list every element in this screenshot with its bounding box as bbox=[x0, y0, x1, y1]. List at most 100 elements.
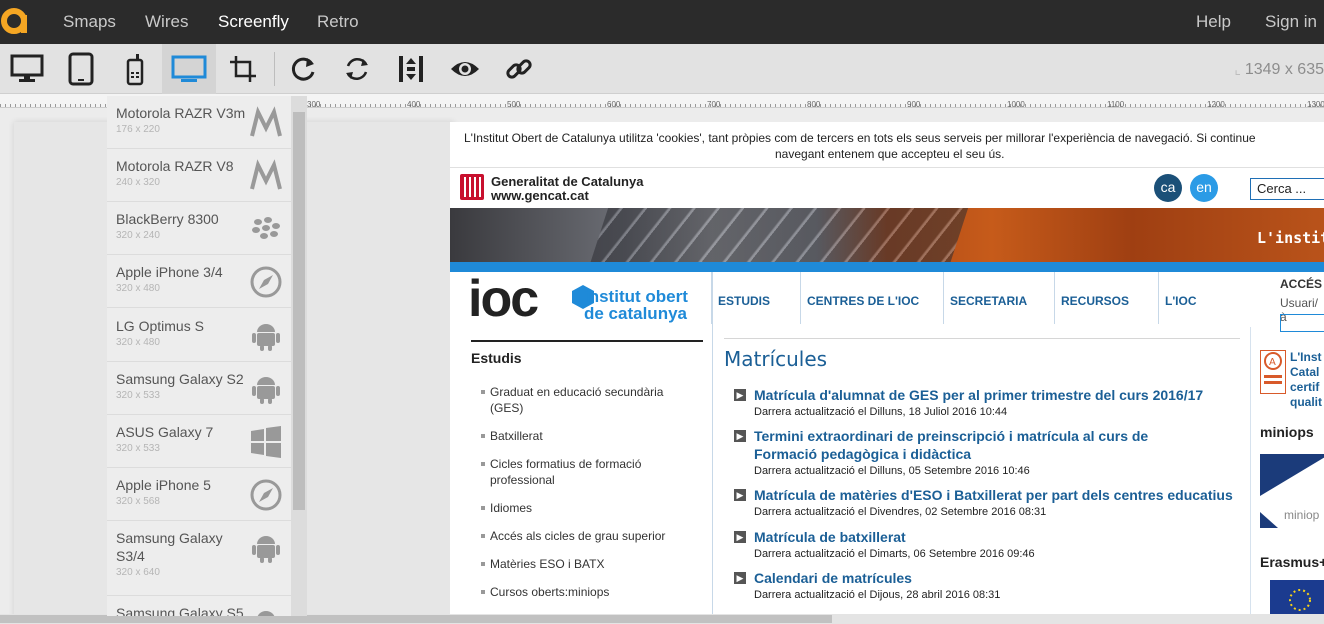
nav-centres[interactable]: CENTRES DE L'IOC bbox=[800, 272, 943, 324]
device-item[interactable]: BlackBerry 8300 320 x 240 bbox=[107, 202, 291, 255]
nav-link-smaps[interactable]: Smaps bbox=[63, 12, 116, 32]
studies-item-idiomes[interactable]: Idiomes bbox=[490, 500, 700, 516]
site-search-input[interactable]: Cerca ... bbox=[1250, 178, 1324, 200]
device-item[interactable]: Motorola RAZR V3m 176 x 220 bbox=[107, 96, 291, 149]
ruler-tick bbox=[705, 104, 706, 107]
ruler-tick bbox=[355, 104, 356, 107]
studies-item-cursos[interactable]: Cursos oberts:miniops bbox=[490, 584, 700, 600]
nav-link-wires[interactable]: Wires bbox=[145, 12, 188, 32]
username-input[interactable] bbox=[1280, 314, 1324, 332]
sign-in-link[interactable]: Sign in bbox=[1265, 12, 1317, 32]
miniops-logo[interactable]: miniop bbox=[1260, 446, 1324, 538]
quality-certificate-badge-icon[interactable]: A bbox=[1260, 350, 1286, 394]
help-link[interactable]: Help bbox=[1196, 12, 1231, 32]
ruler-tick bbox=[1000, 104, 1001, 107]
ruler-tick bbox=[1050, 104, 1051, 107]
ruler-tick bbox=[880, 104, 881, 107]
news-title[interactable]: Termini extraordinari de preinscripció i… bbox=[754, 427, 1214, 463]
device-size: 320 x 533 bbox=[116, 390, 160, 401]
device-item[interactable]: Apple iPhone 5 320 x 568 bbox=[107, 468, 291, 521]
preview-button[interactable] bbox=[438, 44, 492, 94]
device-list-scrollbar-thumb[interactable] bbox=[293, 112, 305, 510]
quality-text-line[interactable]: L'Inst bbox=[1290, 350, 1322, 365]
ruler-tick bbox=[760, 104, 761, 107]
lang-ca-button[interactable]: ca bbox=[1154, 174, 1182, 202]
ruler-tick bbox=[1125, 104, 1126, 107]
television-button[interactable] bbox=[162, 44, 216, 94]
ruler-tick bbox=[340, 104, 341, 107]
gencat-header: Generalitat de Catalunya www.gencat.cat … bbox=[450, 168, 1324, 208]
ruler-tick bbox=[1255, 104, 1256, 107]
gencat-emblem-icon[interactable] bbox=[460, 174, 484, 200]
news-title[interactable]: Matrícula d'alumnat de GES per al primer… bbox=[754, 386, 1240, 404]
device-item[interactable]: Samsung Galaxy S2 320 x 533 bbox=[107, 362, 291, 415]
sync-scroll-button[interactable] bbox=[330, 44, 384, 94]
ruler-tick bbox=[95, 104, 96, 107]
gencat-url[interactable]: www.gencat.cat bbox=[491, 188, 589, 203]
desktop-icon bbox=[10, 54, 44, 82]
device-size: 240 x 320 bbox=[116, 177, 160, 188]
lang-en-button[interactable]: en bbox=[1190, 174, 1218, 202]
nav-lioc[interactable]: L'IOC bbox=[1158, 272, 1248, 324]
device-item[interactable]: Motorola RAZR V8 240 x 320 bbox=[107, 149, 291, 202]
device-item[interactable]: ASUS Galaxy 7 320 x 533 bbox=[107, 415, 291, 468]
quality-text-line[interactable]: qualit bbox=[1290, 395, 1322, 410]
ruler-tick bbox=[75, 104, 76, 107]
desktop-button[interactable] bbox=[0, 44, 54, 94]
nav-link-screenfly[interactable]: Screenfly bbox=[218, 12, 289, 32]
ruler-tick bbox=[1100, 104, 1101, 107]
tablet-button[interactable] bbox=[54, 44, 108, 94]
ruler-tick bbox=[1030, 104, 1031, 107]
nav-secretaria[interactable]: SECRETARIA bbox=[943, 272, 1054, 324]
ruler-tick bbox=[975, 104, 976, 107]
device-item[interactable]: Apple iPhone 3/4 320 x 480 bbox=[107, 255, 291, 308]
ruler-tick bbox=[1260, 104, 1261, 107]
motorola-icon bbox=[249, 106, 283, 140]
custom-size-button[interactable] bbox=[216, 44, 270, 94]
ruler-tick bbox=[595, 104, 596, 107]
news-title[interactable]: Matrícula de batxillerat bbox=[754, 528, 1240, 546]
device-item[interactable]: Samsung Galaxy S3/4 320 x 640 bbox=[107, 521, 291, 596]
ruler-tick bbox=[950, 104, 951, 107]
news-title[interactable]: Calendari de matrícules bbox=[754, 569, 1240, 587]
android-icon bbox=[249, 606, 283, 616]
device-item[interactable]: Samsung Galaxy S5 bbox=[107, 596, 291, 616]
ioc-logo[interactable]: ioc institut obert de catalunya bbox=[468, 270, 718, 328]
news-date: Darrera actualització el Divendres, 02 S… bbox=[754, 506, 1047, 518]
list-bullet bbox=[481, 434, 485, 438]
device-item[interactable]: LG Optimus S 320 x 480 bbox=[107, 309, 291, 362]
share-link-button[interactable] bbox=[492, 44, 546, 94]
quality-text-line[interactable]: certif bbox=[1290, 380, 1319, 395]
quality-text-line[interactable]: Catal bbox=[1290, 365, 1319, 380]
studies-item-materies[interactable]: Matèries ESO i BATX bbox=[490, 556, 700, 572]
nav-link-retro[interactable]: Retro bbox=[317, 12, 359, 32]
ruler-tick bbox=[455, 104, 456, 107]
horizontal-scrollbar-thumb[interactable] bbox=[0, 615, 832, 623]
ruler-tick bbox=[1175, 104, 1176, 107]
ruler-tick bbox=[1025, 104, 1026, 107]
nav-recursos[interactable]: RECURSOS bbox=[1054, 272, 1158, 324]
news-title[interactable]: Matrícula de matèries d'ESO i Batxillera… bbox=[754, 486, 1240, 504]
device-name: BlackBerry 8300 bbox=[116, 211, 219, 227]
ruler-tick bbox=[1065, 104, 1066, 107]
mobile-button[interactable] bbox=[108, 44, 162, 94]
nav-estudis[interactable]: ESTUDIS bbox=[711, 272, 800, 324]
ruler-tick bbox=[400, 104, 401, 107]
quirktools-logo-icon[interactable] bbox=[0, 0, 34, 44]
device-name: Apple iPhone 3/4 bbox=[116, 264, 223, 280]
ruler-tick bbox=[1235, 104, 1236, 107]
studies-item-cicles[interactable]: Cicles formatius de formació professiona… bbox=[490, 456, 700, 488]
eu-flag-icon[interactable] bbox=[1270, 580, 1324, 614]
news-date: Darrera actualització el Dilluns, 18 Jul… bbox=[754, 406, 1008, 418]
android-icon bbox=[249, 319, 283, 353]
studies-item-batxillerat[interactable]: Batxillerat bbox=[490, 428, 700, 444]
rotate-button[interactable] bbox=[276, 44, 330, 94]
viewport-dimensions: ⌞ 1349 x 635 bbox=[1234, 61, 1324, 78]
scroll-toggle-button[interactable] bbox=[384, 44, 438, 94]
ruler-tick bbox=[825, 104, 826, 107]
studies-item-acces[interactable]: Accés als cicles de grau superior bbox=[490, 528, 700, 544]
ruler-tick bbox=[585, 104, 586, 107]
gencat-name[interactable]: Generalitat de Catalunya bbox=[491, 174, 643, 189]
mobile-icon bbox=[126, 54, 144, 86]
studies-item-ges[interactable]: Graduat en educació secundària (GES) bbox=[490, 384, 700, 416]
